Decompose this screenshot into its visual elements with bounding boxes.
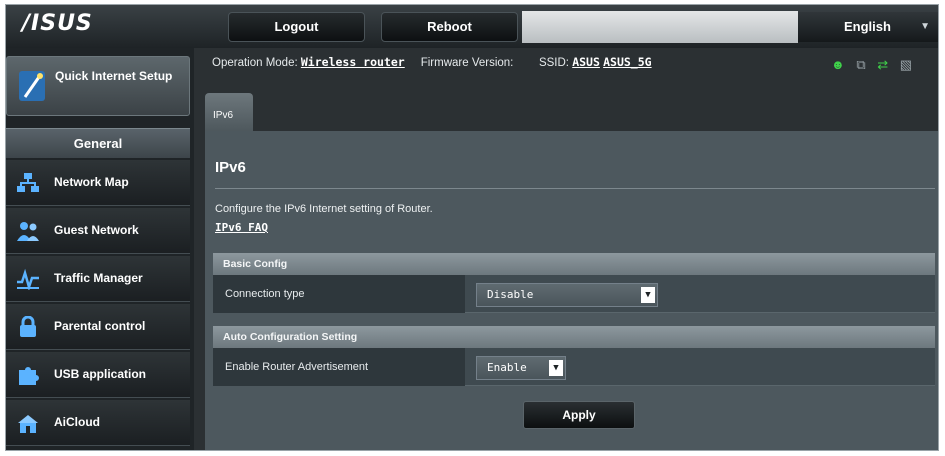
sidebar-item-label: Traffic Manager <box>54 271 143 285</box>
sidebar-item-label: Parental control <box>54 319 146 333</box>
apply-button[interactable]: Apply <box>523 401 635 429</box>
guest-network-icon <box>17 222 39 241</box>
ipv6-faq-link[interactable]: IPv6 FAQ <box>215 221 268 234</box>
traffic-manager-icon <box>17 268 39 290</box>
logout-button[interactable]: Logout <box>228 12 365 42</box>
dropdown-arrow-icon: ▼ <box>641 287 655 303</box>
sidebar: Quick Internet Setup General Network Map… <box>6 48 194 450</box>
connection-type-label: Connection type <box>213 275 465 313</box>
sidebar-item-aicloud[interactable]: AiCloud <box>6 400 190 446</box>
sidebar-section-general: General <box>6 128 190 158</box>
quick-setup-label: Quick Internet Setup <box>55 69 173 83</box>
sidebar-item-label: USB application <box>54 367 147 381</box>
router-advertisement-row: Enable Router Advertisement Enable ▼ <box>213 348 935 386</box>
language-select[interactable]: English ▼ <box>798 12 938 42</box>
top-bar-strip <box>522 11 798 43</box>
sidebar-item-parental-control[interactable]: Parental control <box>6 304 190 350</box>
page-description: Configure the IPv6 Internet setting of R… <box>215 203 433 215</box>
status-icons: ☻ ⧉ ⇄ ▧ <box>831 57 920 73</box>
page-title: IPv6 <box>215 159 246 176</box>
ssid-label: SSID: <box>538 57 569 69</box>
quick-internet-setup-button[interactable]: Quick Internet Setup <box>6 56 190 116</box>
router-advertisement-select[interactable]: Enable ▼ <box>476 356 566 380</box>
sidebar-item-guest-network[interactable]: Guest Network <box>6 208 190 254</box>
sidebar-item-label: Guest Network <box>54 223 139 237</box>
magic-wand-icon <box>19 71 45 101</box>
router-advertisement-label: Enable Router Advertisement <box>213 348 465 386</box>
cloud-house-icon <box>18 415 38 433</box>
router-admin-window: /ISUS Logout Reboot English ▼ Quick Inte… <box>5 4 939 451</box>
client-status-icon[interactable]: ☻ <box>831 57 845 72</box>
auto-config-header: Auto Configuration Setting <box>213 326 935 348</box>
reboot-button[interactable]: Reboot <box>381 12 518 42</box>
chevron-down-icon: ▼ <box>920 21 930 32</box>
ssid-link-5g[interactable]: ASUS_5G <box>603 55 651 69</box>
sidebar-item-label: Network Map <box>54 175 129 189</box>
operation-mode-link[interactable]: Wireless router <box>301 55 405 69</box>
puzzle-icon <box>19 367 39 385</box>
status-info-row: Operation Mode: Wireless router Firmware… <box>212 55 652 69</box>
usb-icon[interactable]: ⇄ <box>877 57 888 72</box>
lock-icon <box>20 316 36 337</box>
sidebar-item-network-map[interactable]: Network Map <box>6 160 190 206</box>
main-panel: IPv6 Configure the IPv6 Internet setting… <box>205 131 938 450</box>
language-label: English <box>844 19 891 34</box>
firmware-label: Firmware Version: <box>420 57 514 69</box>
operation-mode-label: Operation Mode: <box>212 57 298 69</box>
sidebar-item-traffic-manager[interactable]: Traffic Manager <box>6 256 190 302</box>
sidebar-item-usb-application[interactable]: USB application <box>6 352 190 398</box>
connection-type-value: Disable <box>487 288 534 301</box>
router-advertisement-value: Enable <box>487 361 527 374</box>
copy-icon[interactable]: ⧉ <box>856 57 865 72</box>
printer-icon[interactable]: ▧ <box>900 57 912 72</box>
network-map-icon <box>17 173 39 192</box>
connection-type-row: Connection type Disable ▼ <box>213 275 935 313</box>
connection-type-select[interactable]: Disable ▼ <box>476 283 658 307</box>
divider <box>215 188 935 189</box>
tab-ipv6[interactable]: IPv6 <box>205 93 253 131</box>
basic-config-header: Basic Config <box>213 253 935 275</box>
top-bar: /ISUS Logout Reboot English ▼ <box>6 5 938 48</box>
dropdown-arrow-icon: ▼ <box>549 360 563 376</box>
asus-logo: /ISUS <box>22 11 93 36</box>
ssid-link-2g[interactable]: ASUS <box>572 55 600 69</box>
sidebar-item-label: AiCloud <box>54 415 100 429</box>
